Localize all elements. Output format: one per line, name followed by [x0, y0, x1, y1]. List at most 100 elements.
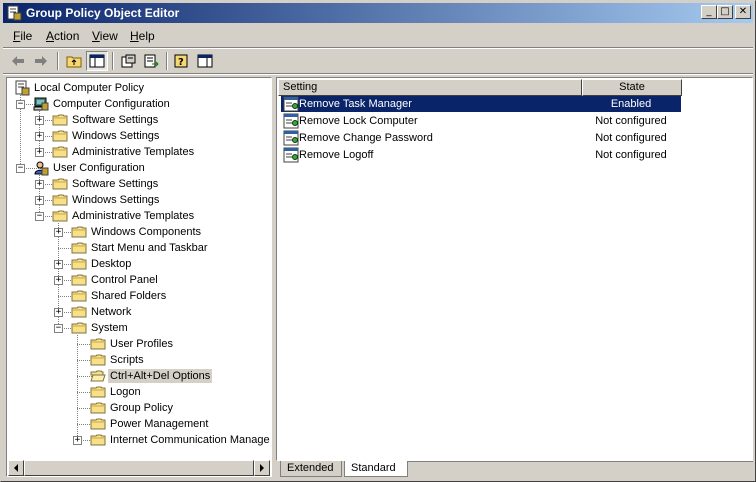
menu-file[interactable]: File [13, 29, 32, 43]
column-header-setting[interactable]: Setting [278, 79, 582, 96]
tree-item[interactable]: − Administrative Templates [8, 208, 270, 224]
folder-icon [52, 178, 68, 190]
expand-button[interactable]: + [54, 260, 63, 269]
tree-item-label: Administrative Templates [72, 210, 195, 222]
back-button[interactable] [7, 51, 29, 71]
tree-item[interactable]: + Windows Settings [8, 128, 270, 144]
tree-item[interactable]: + Control Panel [8, 272, 270, 288]
scroll-left-button[interactable] [8, 460, 24, 476]
setting-row[interactable]: Remove Change Password Not configured [281, 130, 681, 146]
tree-item[interactable]: + Internet Communication Managem [8, 432, 270, 448]
menu-help-rest: elp [138, 29, 155, 43]
tree-item[interactable]: + Network [8, 304, 270, 320]
expand-button[interactable]: + [35, 132, 44, 141]
folder-icon [52, 146, 68, 158]
setting-state: Not configured [595, 115, 667, 127]
tree-item[interactable]: + Software Settings [8, 112, 270, 128]
menu-action[interactable]: Action [46, 29, 79, 43]
tree-item[interactable]: + Administrative Templates [8, 144, 270, 160]
tree-item[interactable]: Power Management [8, 416, 270, 432]
tree-item[interactable]: − User Configuration [8, 160, 270, 176]
setting-state: Enabled [610, 98, 652, 110]
folder-icon [71, 322, 87, 334]
window-title: Group Policy Object Editor [26, 6, 180, 20]
tree-content: Local Computer Policy − Computer Configura… [8, 79, 270, 459]
maximize-button[interactable]: □ [717, 5, 733, 19]
tree-item[interactable]: − Computer Configuration [8, 96, 270, 112]
collapse-button[interactable]: − [16, 100, 25, 109]
show-hide-action-pane-icon [197, 54, 213, 68]
column-header-state[interactable]: State [582, 79, 682, 96]
tree-item[interactable]: Ctrl+Alt+Del Options [8, 368, 270, 384]
expand-button[interactable]: + [73, 436, 82, 445]
computer-icon [33, 97, 49, 111]
tree-item[interactable]: Logon [8, 384, 270, 400]
tree-item-label: Scripts [110, 354, 144, 366]
close-button[interactable]: ✕ [735, 5, 751, 19]
tree-item-label: Shared Folders [91, 290, 167, 302]
show-hide-action-pane-button[interactable] [194, 51, 216, 71]
folder-icon [52, 114, 68, 126]
back-arrow-icon [12, 56, 24, 66]
tree-item[interactable]: Scripts [8, 352, 270, 368]
up-one-level-button[interactable] [63, 51, 85, 71]
scroll-thumb[interactable] [24, 460, 254, 476]
folder-icon [71, 274, 87, 286]
export-list-button[interactable] [140, 51, 162, 71]
tree-item[interactable]: + Desktop [8, 256, 270, 272]
collapse-button[interactable]: − [35, 212, 44, 221]
show-hide-tree-button[interactable] [86, 51, 108, 71]
console-tree[interactable]: Local Computer Policy − Computer Configura… [6, 77, 272, 477]
tree-item[interactable]: Local Computer Policy [8, 80, 270, 96]
policy-setting-icon [283, 96, 299, 112]
tree-item[interactable]: Group Policy [8, 400, 270, 416]
setting-row[interactable]: Remove Lock Computer Not configured [281, 113, 681, 129]
tree-item-label: Start Menu and Taskbar [91, 242, 208, 254]
menu-view[interactable]: View [92, 29, 118, 43]
folder-icon [71, 242, 87, 254]
tree-item-label: Computer Configuration [53, 98, 170, 110]
setting-row[interactable]: Remove Task Manager Enabled [281, 96, 681, 112]
expand-button[interactable]: + [35, 180, 44, 189]
expand-button[interactable]: + [54, 308, 63, 317]
properties-button[interactable] [117, 51, 139, 71]
policy-icon [15, 80, 30, 96]
tree-item[interactable]: + Windows Components [8, 224, 270, 240]
setting-name: Remove Task Manager [299, 98, 412, 110]
help-icon: ? [174, 54, 188, 68]
scroll-right-button[interactable] [254, 460, 270, 476]
tree-horizontal-scrollbar[interactable] [8, 460, 270, 476]
expand-button[interactable]: + [35, 148, 44, 157]
toolbar-separator [166, 52, 168, 70]
help-button[interactable]: ? [171, 51, 193, 71]
expand-button[interactable]: + [54, 228, 63, 237]
setting-row[interactable]: Remove Logoff Not configured [281, 147, 681, 163]
tree-item-label: System [91, 322, 128, 334]
tab-extended[interactable]: Extended [280, 461, 342, 477]
tree-item-label: Ctrl+Alt+Del Options [108, 369, 213, 383]
expand-button[interactable]: + [54, 276, 63, 285]
tree-item[interactable]: Shared Folders [8, 288, 270, 304]
collapse-button[interactable]: − [16, 164, 25, 173]
gpedit-window: Group Policy Object Editor _ □ ✕ File Ac… [0, 0, 756, 482]
menu-help[interactable]: Help [130, 29, 155, 43]
folder-icon [71, 290, 87, 302]
menu-view-rest: iew [99, 29, 118, 43]
tab-standard[interactable]: Standard [344, 461, 408, 477]
tree-item[interactable]: + Software Settings [8, 176, 270, 192]
forward-button[interactable] [30, 51, 52, 71]
folder-icon [90, 402, 106, 414]
up-folder-icon [66, 56, 82, 68]
details-list[interactable]: Setting State Remove Task Manager Enabled… [276, 77, 753, 461]
expand-button[interactable]: + [35, 116, 44, 125]
tree-item[interactable]: User Profiles [8, 336, 270, 352]
tree-item[interactable]: Start Menu and Taskbar [8, 240, 270, 256]
view-tabs: Extended Standard [276, 461, 753, 479]
title-bar[interactable]: Group Policy Object Editor _ □ ✕ [3, 3, 753, 23]
folder-icon [52, 210, 68, 222]
expand-button[interactable]: + [35, 196, 44, 205]
tree-item[interactable]: + Windows Settings [8, 192, 270, 208]
collapse-button[interactable]: − [54, 324, 63, 333]
tree-item[interactable]: − System [8, 320, 270, 336]
minimize-button[interactable]: _ [701, 5, 717, 19]
